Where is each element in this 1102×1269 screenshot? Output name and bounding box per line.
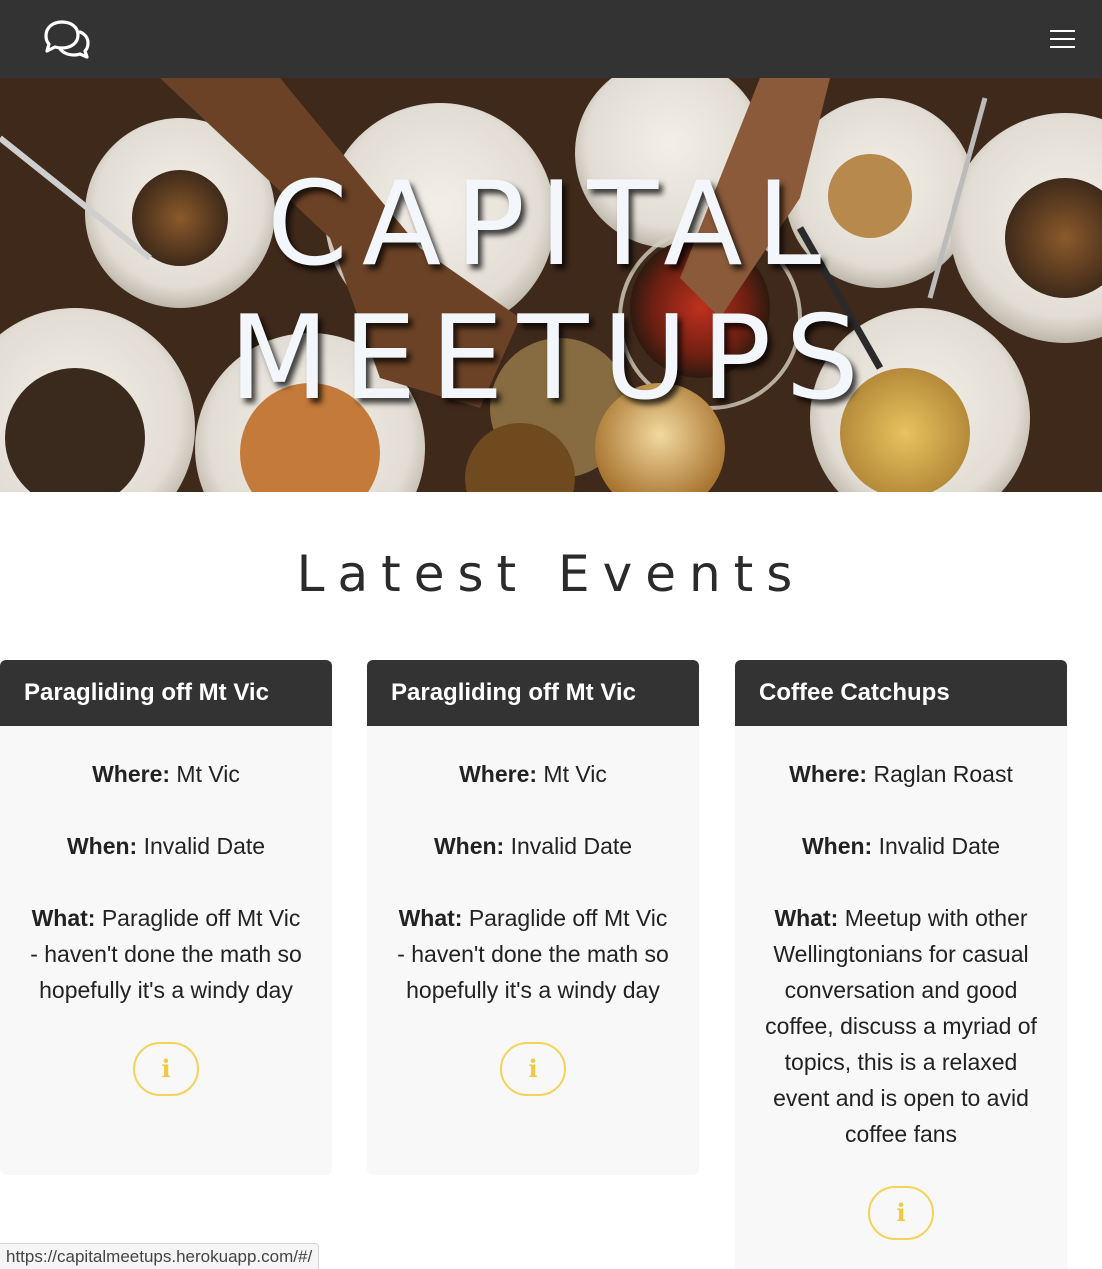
status-bar-url: https://capitalmeetups.herokuapp.com/#/ bbox=[0, 1243, 320, 1269]
when-label: When: bbox=[433, 833, 505, 859]
chat-bubbles-icon[interactable] bbox=[40, 18, 92, 60]
event-card: Coffee Catchups Where: Raglan Roast When… bbox=[735, 660, 1067, 1269]
info-button[interactable]: i bbox=[500, 1042, 566, 1096]
what-label: What: bbox=[398, 905, 463, 931]
when-label: When: bbox=[66, 833, 138, 859]
event-what: What: Paraglide off Mt Vic - haven't don… bbox=[397, 900, 669, 1008]
where-value: Mt Vic bbox=[176, 761, 240, 787]
info-button[interactable]: i bbox=[868, 1186, 934, 1240]
navbar bbox=[0, 0, 1102, 78]
menu-toggle-button[interactable] bbox=[1046, 26, 1076, 52]
info-icon: i bbox=[161, 1054, 171, 1083]
when-value: Invalid Date bbox=[878, 833, 1001, 859]
event-where: Where: Mt Vic bbox=[30, 756, 302, 792]
where-value: Mt Vic bbox=[543, 761, 607, 787]
hero-title-line2: MEETUPS bbox=[228, 291, 873, 426]
what-value: Meetup with other Wellingtonians for cas… bbox=[765, 905, 1037, 1147]
when-value: Invalid Date bbox=[143, 833, 266, 859]
event-card: Paragliding off Mt Vic Where: Mt Vic Whe… bbox=[367, 660, 699, 1175]
event-card-title: Paragliding off Mt Vic bbox=[0, 660, 332, 726]
event-card-body: Where: Mt Vic When: Invalid Date What: P… bbox=[367, 726, 699, 1096]
event-card-title: Paragliding off Mt Vic bbox=[367, 660, 699, 726]
event-when: When: Invalid Date bbox=[397, 828, 669, 864]
where-label: Where: bbox=[92, 761, 171, 787]
hero-title-line1: CAPITAL bbox=[266, 157, 836, 292]
info-icon: i bbox=[896, 1198, 906, 1227]
event-what: What: Paraglide off Mt Vic - haven't don… bbox=[30, 900, 302, 1008]
event-card-body: Where: Mt Vic When: Invalid Date What: P… bbox=[0, 726, 332, 1096]
where-label: Where: bbox=[789, 761, 868, 787]
event-what: What: Meetup with other Wellingtonians f… bbox=[765, 900, 1037, 1152]
hero-banner: CAPITAL MEETUPS bbox=[0, 78, 1102, 492]
what-label: What: bbox=[31, 905, 96, 931]
info-button[interactable]: i bbox=[133, 1042, 199, 1096]
event-where: Where: Raglan Roast bbox=[765, 756, 1037, 792]
where-value: Raglan Roast bbox=[873, 761, 1013, 787]
info-icon: i bbox=[528, 1054, 538, 1083]
event-card: Paragliding off Mt Vic Where: Mt Vic Whe… bbox=[0, 660, 332, 1175]
what-label: What: bbox=[774, 905, 839, 931]
event-when: When: Invalid Date bbox=[30, 828, 302, 864]
where-label: Where: bbox=[459, 761, 538, 787]
event-card-body: Where: Raglan Roast When: Invalid Date W… bbox=[735, 726, 1067, 1240]
section-title: Latest Events bbox=[296, 545, 806, 603]
when-value: Invalid Date bbox=[510, 833, 633, 859]
when-label: When: bbox=[801, 833, 873, 859]
event-where: Where: Mt Vic bbox=[397, 756, 669, 792]
event-when: When: Invalid Date bbox=[765, 828, 1037, 864]
event-card-title: Coffee Catchups bbox=[735, 660, 1067, 726]
hero-title: CAPITAL MEETUPS bbox=[0, 158, 1102, 426]
